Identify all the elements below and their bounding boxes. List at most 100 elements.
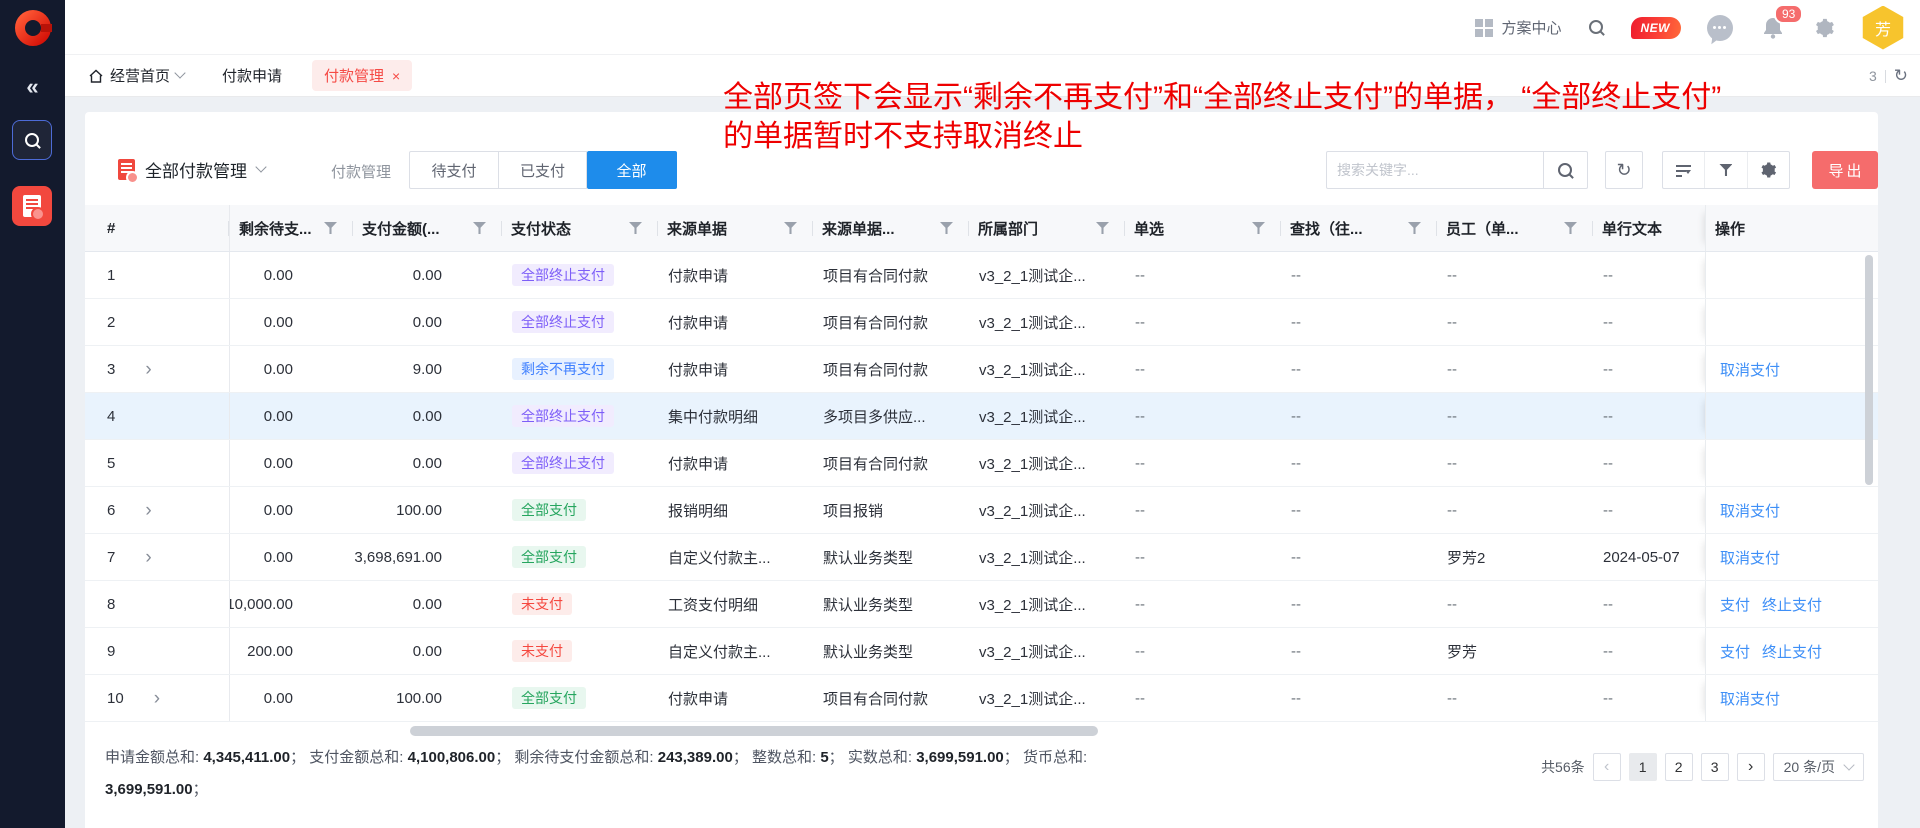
column-header-single[interactable]: 单选: [1125, 205, 1281, 251]
scheme-center-button[interactable]: 方案中心: [1475, 17, 1561, 38]
filter-icon[interactable]: [473, 222, 486, 234]
table-row[interactable]: 10.000.00全部终止支付付款申请项目有合同付款v3_2_1测试企...--…: [85, 252, 1878, 299]
filter-icon[interactable]: [1564, 222, 1577, 234]
action-link-取消支付[interactable]: 取消支付: [1720, 688, 1780, 709]
column-settings-button[interactable]: [1747, 152, 1789, 188]
page-button-2[interactable]: 2: [1665, 753, 1693, 781]
cell-value: 集中付款明细: [668, 406, 758, 427]
column-header-status[interactable]: 支付状态: [502, 205, 658, 251]
column-header-amount[interactable]: 支付金额(...: [353, 205, 502, 251]
module-label[interactable]: 付款管理: [331, 161, 391, 182]
row-height-button[interactable]: [1663, 152, 1704, 188]
column-header-source[interactable]: 来源单据: [658, 205, 813, 251]
sidebar-search-button[interactable]: [12, 120, 52, 160]
expand-icon[interactable]: ›: [145, 548, 151, 567]
filter-icon[interactable]: [1408, 222, 1421, 234]
action-link-取消支付[interactable]: 取消支付: [1720, 500, 1780, 521]
export-button[interactable]: 导出: [1812, 151, 1878, 189]
table-tools-group: [1662, 151, 1790, 189]
segment-待支付[interactable]: 待支付: [409, 151, 499, 189]
avatar[interactable]: 芳: [1861, 6, 1905, 50]
sidebar: «: [0, 0, 65, 828]
search-submit-button[interactable]: [1543, 152, 1587, 188]
cell-value: 3,698,691.00: [354, 549, 442, 566]
expand-icon[interactable]: ›: [154, 689, 160, 708]
page-button-1[interactable]: 1: [1629, 753, 1657, 781]
prev-page-button[interactable]: ‹: [1593, 753, 1621, 781]
expand-icon[interactable]: ›: [145, 360, 151, 379]
cell-text: --: [1593, 440, 1705, 486]
action-link-取消支付[interactable]: 取消支付: [1720, 359, 1780, 380]
message-icon[interactable]: [1707, 15, 1733, 41]
cell-employee: 罗芳: [1437, 628, 1593, 674]
total-value: 3,699,591.00: [105, 781, 193, 798]
segment-已支付[interactable]: 已支付: [499, 151, 587, 189]
breadcrumb-home[interactable]: 经营首页: [88, 65, 184, 86]
new-badge[interactable]: NEW: [1631, 17, 1682, 39]
cell-value: v3_2_1测试企...: [979, 359, 1086, 380]
cell-value: --: [1603, 643, 1613, 660]
global-search-icon[interactable]: [1588, 19, 1605, 36]
filter-icon[interactable]: [784, 222, 797, 234]
page-button-3[interactable]: 3: [1701, 753, 1729, 781]
table-refresh-button[interactable]: ↻: [1605, 151, 1643, 189]
table-row[interactable]: 7›0.003,698,691.00全部支付自定义付款主...默认业务类型v3_…: [85, 534, 1878, 581]
table-row[interactable]: 9200.000.00未支付自定义付款主...默认业务类型v3_2_1测试企..…: [85, 628, 1878, 675]
filter-icon[interactable]: [629, 222, 642, 234]
table-row[interactable]: 810,000.000.00未支付工资支付明细默认业务类型v3_2_1测试企..…: [85, 581, 1878, 628]
column-header-remain[interactable]: 剩余待支...: [230, 205, 353, 251]
cell-value: 100.00: [396, 690, 442, 707]
tab-payment-manage[interactable]: 付款管理 ×: [312, 60, 412, 91]
cell-employee: --: [1437, 299, 1593, 345]
next-page-button[interactable]: ›: [1737, 753, 1765, 781]
close-icon[interactable]: ×: [392, 68, 400, 84]
column-header-idx[interactable]: #: [85, 205, 230, 251]
action-link-支付[interactable]: 支付: [1720, 641, 1750, 662]
horizontal-scrollbar[interactable]: [410, 726, 1098, 736]
cell-lookup: --: [1281, 393, 1437, 439]
table-row[interactable]: 50.000.00全部终止支付付款申请项目有合同付款v3_2_1测试企...--…: [85, 440, 1878, 487]
tab-payment-request[interactable]: 付款申请: [222, 65, 282, 86]
totals-line1: 申请金额总和: 4,345,411.00； 支付金额总和: 4,100,806.…: [105, 742, 1445, 774]
table-row[interactable]: 6›0.00100.00全部支付报销明细项目报销v3_2_1测试企...----…: [85, 487, 1878, 534]
notifications-button[interactable]: 93: [1761, 16, 1785, 40]
table-row[interactable]: 3›0.009.00剩余不再支付付款申请项目有合同付款v3_2_1测试企...-…: [85, 346, 1878, 393]
settings-button[interactable]: [1813, 17, 1835, 39]
cell-value: --: [1291, 690, 1301, 707]
expand-icon[interactable]: ›: [145, 501, 151, 520]
cell-status: 全部终止支付: [502, 440, 658, 486]
cell-actions: 取消支付: [1705, 675, 1878, 721]
action-link-终止支付[interactable]: 终止支付: [1762, 641, 1822, 662]
page-size-select[interactable]: 20 条/页: [1773, 753, 1864, 781]
refresh-icon[interactable]: ↻: [1894, 66, 1908, 86]
sidebar-app-payment-icon[interactable]: [12, 186, 52, 226]
search-input[interactable]: [1327, 162, 1543, 178]
cell-value: --: [1291, 643, 1301, 660]
action-link-终止支付[interactable]: 终止支付: [1762, 594, 1822, 615]
brand-logo-icon[interactable]: [14, 9, 52, 52]
table-row[interactable]: 10›0.00100.00全部支付付款申请项目有合同付款v3_2_1测试企...…: [85, 675, 1878, 722]
table-row[interactable]: 40.000.00全部终止支付集中付款明细多项目多供应...v3_2_1测试企.…: [85, 393, 1878, 440]
view-selector[interactable]: 全部付款管理: [145, 157, 265, 182]
column-header-actions[interactable]: 操作: [1705, 205, 1878, 251]
filter-button[interactable]: [1704, 152, 1746, 188]
cell-value: --: [1135, 643, 1145, 660]
filter-icon[interactable]: [940, 222, 953, 234]
column-header-lookup[interactable]: 查找（往...: [1281, 205, 1437, 251]
action-link-取消支付[interactable]: 取消支付: [1720, 547, 1780, 568]
column-header-dept[interactable]: 所属部门: [969, 205, 1125, 251]
column-header-text[interactable]: 单行文本: [1593, 205, 1705, 251]
column-header-employee[interactable]: 员工（单...: [1437, 205, 1593, 251]
cell-idx: 1: [85, 252, 230, 298]
filter-icon[interactable]: [324, 222, 337, 234]
filter-icon[interactable]: [1096, 222, 1109, 234]
content-area: 全部付款管理 付款管理 待支付已支付全部 ↻: [65, 97, 1920, 828]
sidebar-collapse-icon[interactable]: «: [0, 74, 65, 100]
vertical-scrollbar[interactable]: [1865, 255, 1873, 485]
filter-icon[interactable]: [1252, 222, 1265, 234]
table-row[interactable]: 20.000.00全部终止支付付款申请项目有合同付款v3_2_1测试企...--…: [85, 299, 1878, 346]
row-number: 4: [107, 408, 115, 425]
column-header-sourceType[interactable]: 来源单据...: [813, 205, 969, 251]
segment-全部[interactable]: 全部: [587, 151, 677, 189]
action-link-支付[interactable]: 支付: [1720, 594, 1750, 615]
